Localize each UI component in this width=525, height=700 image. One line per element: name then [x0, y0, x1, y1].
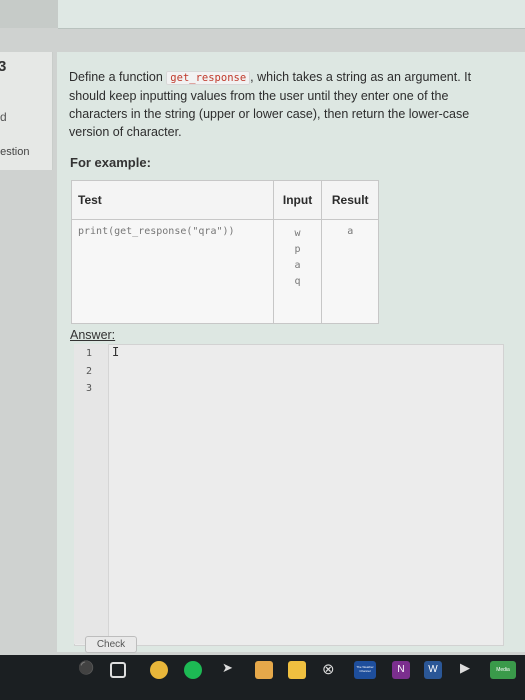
media-icon[interactable]: Media — [490, 661, 516, 679]
flag-question-link[interactable]: uestion — [0, 146, 29, 158]
input-value: a — [294, 260, 301, 271]
text-cursor-icon: I — [112, 345, 120, 359]
onenote-label: N — [397, 664, 405, 675]
table-row: print(get_response("qra")) w p a q a — [71, 219, 379, 324]
examples-table: Test Input Result print(get_response("qr… — [71, 180, 379, 324]
example-label: For example: — [70, 155, 151, 170]
test-code-cell: print(get_response("qra")) — [71, 219, 274, 324]
check-button[interactable]: Check — [85, 636, 137, 653]
word-icon[interactable]: W — [424, 661, 442, 679]
weather-icon[interactable]: The Weather Channel — [354, 661, 376, 679]
header-test: Test — [71, 180, 274, 220]
xbox-icon[interactable]: ⊗ — [322, 660, 335, 678]
question-number: 3 — [0, 58, 7, 75]
task-view-icon[interactable] — [110, 662, 126, 678]
chrome-icon[interactable] — [150, 661, 168, 679]
mail-icon[interactable]: ➤ — [222, 660, 233, 676]
question-description: Define a function get_response, which ta… — [69, 68, 509, 141]
input-value: w — [294, 228, 301, 239]
previous-question-card — [58, 0, 525, 29]
store-icon[interactable] — [288, 661, 306, 679]
word-label: W — [428, 664, 438, 675]
mic-icon[interactable]: ⚫ — [78, 660, 94, 676]
input-value: q — [294, 276, 301, 287]
header-result: Result — [321, 180, 379, 220]
weather-label: The Weather Channel — [356, 665, 374, 673]
input-value: p — [294, 244, 301, 255]
input-cell: w p a q — [272, 219, 323, 324]
line-number: 2 — [86, 366, 93, 377]
function-name-code: get_response — [166, 71, 251, 85]
spotify-icon[interactable] — [184, 661, 202, 679]
desc-prefix: Define a function — [69, 70, 167, 84]
media-label: Media — [496, 667, 510, 673]
answer-label: Answer: — [70, 328, 116, 342]
result-cell: a — [321, 219, 379, 324]
header-input: Input — [272, 180, 323, 220]
line-number: 3 — [86, 383, 93, 394]
line-number: 1 — [86, 348, 93, 359]
onenote-icon[interactable]: N — [392, 661, 410, 679]
files-icon[interactable] — [255, 661, 273, 679]
question-mark-text: d — [0, 110, 7, 124]
code-editor[interactable] — [74, 344, 504, 646]
arrow-icon[interactable]: ▶ — [460, 660, 470, 676]
